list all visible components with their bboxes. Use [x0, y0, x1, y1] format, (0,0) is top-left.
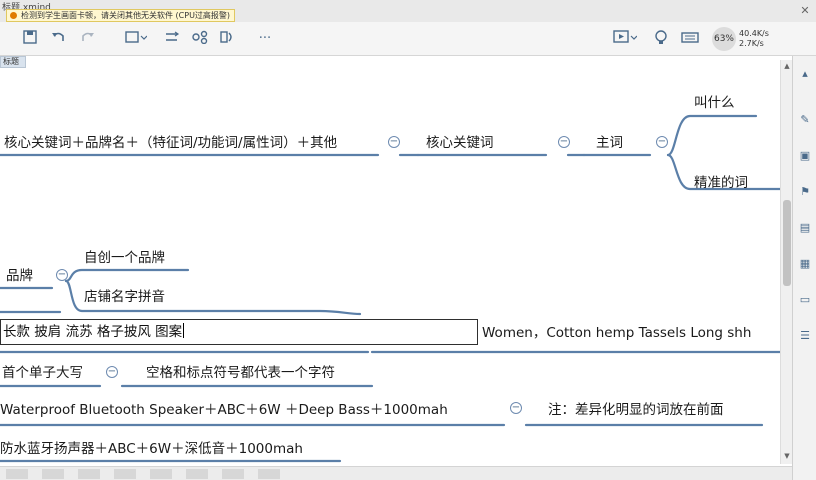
notice-text: 检测到学生画面卡顿，请关闭其他无关软件 (CPU过高报警)	[21, 11, 231, 20]
performance-notice: 检测到学生画面卡顿，请关闭其他无关软件 (CPU过高报警)	[6, 9, 236, 22]
sheet-tab-stub[interactable]	[186, 469, 208, 479]
topic-brand[interactable]: 品牌	[6, 267, 33, 285]
topic-english-keywords[interactable]: Women，Cotton hemp Tassels Long shh	[482, 324, 751, 342]
scroll-thumb[interactable]	[783, 200, 791, 286]
topic-note-front[interactable]: 注：差异化明显的词放在前面	[548, 401, 724, 419]
sheet-tabs-bar	[0, 466, 792, 480]
notes-icon[interactable]: ▤	[799, 222, 811, 234]
collapse-toggle-brand[interactable]: −	[56, 269, 68, 281]
topic-core-keyword[interactable]: 核心关键词	[426, 134, 494, 152]
task-icon[interactable]: ▦	[799, 258, 811, 270]
save-icon[interactable]	[22, 30, 38, 48]
cpu-gauge: 63%	[712, 27, 736, 51]
topic-capitalize[interactable]: 首个单子大写	[2, 364, 83, 382]
relationship-icon[interactable]	[164, 30, 180, 48]
topic-what-called[interactable]: 叫什么	[694, 94, 735, 112]
download-speed: 2.7K/s	[739, 39, 764, 48]
mindmap-canvas[interactable]: 标题 核心关键词＋品牌名＋（特征词/功能词/属性词）＋其他 − 核心关键词 − …	[0, 56, 792, 470]
topic-waterproof[interactable]: Waterproof Bluetooth Speaker＋ABC＋6W ＋Dee…	[0, 401, 448, 419]
undo-icon[interactable]	[50, 30, 66, 48]
xmind-window: 标题.xmind 检测到学生画面卡顿，请关闭其他无关软件 (CPU过高报警) ✕	[0, 0, 816, 480]
collapse-toggle-capitalize[interactable]: −	[106, 366, 118, 378]
topic-edit-input[interactable]: 长款 披肩 流苏 格子披风 图案	[3, 323, 185, 341]
sheet-tab-stub[interactable]	[222, 469, 244, 479]
network-monitor: 63% 40.4K/s 2.7K/s	[712, 27, 778, 52]
collapse-toggle-main-word[interactable]: −	[656, 136, 668, 148]
image-icon[interactable]: ▣	[799, 150, 811, 162]
topic-edit-box[interactable]: 长款 披肩 流苏 格子披风 图案	[0, 319, 478, 345]
topic-precise-word[interactable]: 精准的词	[694, 174, 748, 192]
text-caret	[183, 323, 185, 338]
sheet-tab-stub[interactable]	[42, 469, 64, 479]
side-panel: ▴ ✎ ▣ ⚑ ▤ ▦ ▭ ☰	[792, 56, 816, 480]
more-icon[interactable]: ···	[252, 30, 278, 48]
outline-icon[interactable]	[124, 30, 148, 48]
comment-icon[interactable]: ▭	[799, 294, 811, 306]
redo-icon[interactable]	[80, 30, 96, 48]
marker-icon[interactable]: ▴	[799, 68, 811, 80]
title-bar: 标题.xmind 检测到学生画面卡顿，请关闭其他无关软件 (CPU过高报警) ✕	[0, 0, 816, 22]
boundary-icon[interactable]	[192, 30, 208, 48]
sheet-tab-stub[interactable]	[78, 469, 100, 479]
idea-icon[interactable]	[652, 30, 670, 48]
scroll-up-icon[interactable]: ▲	[782, 62, 792, 70]
sheet-tab-stub[interactable]	[258, 469, 280, 479]
keyboard-icon[interactable]	[680, 30, 700, 48]
branch-what-called	[666, 114, 758, 157]
collapse-toggle-core-keyword[interactable]: −	[558, 136, 570, 148]
topic-formula[interactable]: 核心关键词＋品牌名＋（特征词/功能词/属性词）＋其他	[4, 134, 337, 152]
sheet-tab-stub[interactable]	[6, 469, 28, 479]
collapse-toggle-formula[interactable]: −	[388, 136, 400, 148]
topic-main-word[interactable]: 主词	[596, 134, 623, 152]
vertical-scrollbar[interactable]: ▲ ▼	[780, 60, 792, 464]
outline-panel-icon[interactable]: ☰	[799, 330, 811, 342]
summary-icon[interactable]	[220, 30, 236, 48]
topic-space-note[interactable]: 空格和标点符号都代表一个字符	[146, 364, 335, 382]
close-icon[interactable]: ✕	[798, 4, 812, 18]
presentation-icon[interactable]	[612, 30, 638, 48]
sheet-tab-stub[interactable]	[114, 469, 136, 479]
flag-icon[interactable]: ⚑	[799, 186, 811, 198]
topic-chinese-title[interactable]: 防水蓝牙扬声器＋ABC＋6W＋深低音＋1000mah	[0, 440, 303, 458]
branch-own-brand	[64, 268, 190, 283]
format-icon[interactable]: ✎	[799, 114, 811, 126]
sheet-tab-stub[interactable]	[150, 469, 172, 479]
upload-speed: 40.4K/s	[739, 29, 769, 38]
warning-icon	[10, 12, 17, 19]
toolbar: ··· 63% 40.4K/s 2.7K/s	[0, 22, 816, 56]
scroll-down-icon[interactable]: ▼	[782, 452, 792, 460]
collapse-toggle-waterproof[interactable]: −	[510, 402, 522, 414]
topic-own-brand[interactable]: 自创一个品牌	[84, 249, 165, 267]
topic-store-pinyin[interactable]: 店铺名字拼音	[84, 288, 165, 306]
